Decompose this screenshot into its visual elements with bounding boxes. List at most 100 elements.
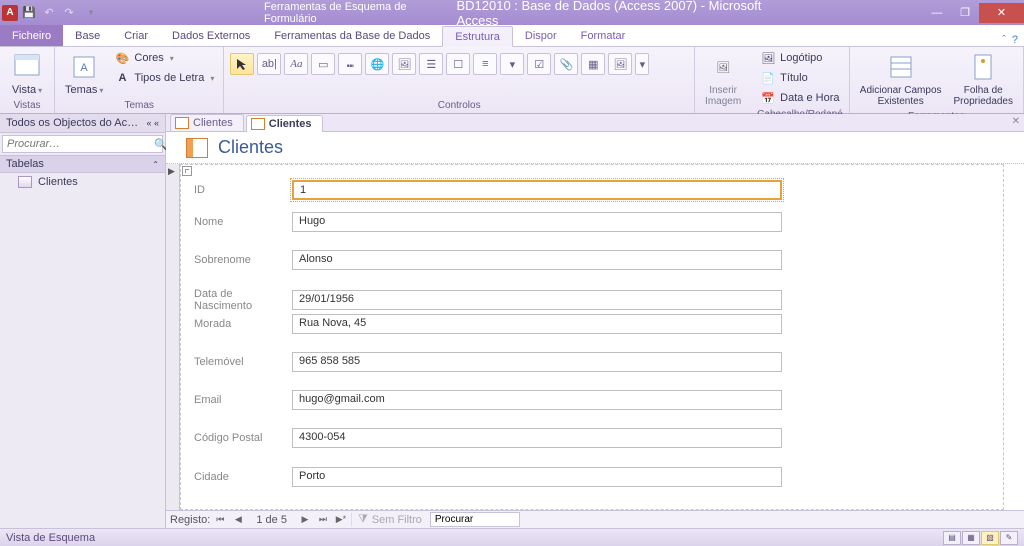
label-cidade[interactable]: Cidade	[194, 471, 292, 483]
vista-icon	[11, 51, 43, 83]
nav-new-button[interactable]: ▶*	[333, 513, 349, 527]
tab-estrutura[interactable]: Estrutura	[442, 26, 513, 47]
label-email[interactable]: Email	[194, 394, 292, 406]
label-morada[interactable]: Morada	[194, 318, 292, 330]
nav-prev-button[interactable]: ◀	[230, 513, 246, 527]
record-search-input[interactable]	[430, 512, 520, 527]
view-design-button[interactable]: ✎	[1000, 531, 1018, 545]
form-body: ID 1 Nome Hugo Sobrenome Alonso Data de …	[166, 164, 1024, 510]
tab-base[interactable]: Base	[63, 25, 112, 46]
tab-dados-externos[interactable]: Dados Externos	[160, 25, 262, 46]
nav-section-tabelas[interactable]: Tabelas ⌃	[0, 155, 165, 173]
doc-tab-form[interactable]: Clientes	[246, 115, 323, 132]
record-selector[interactable]	[166, 164, 180, 510]
control-optiongroup-icon[interactable]: ☐	[446, 53, 470, 75]
nav-item-clientes[interactable]: Clientes	[0, 173, 165, 191]
input-telemovel[interactable]: 965 858 585	[292, 352, 782, 372]
qat-redo-icon[interactable]: ↷	[60, 4, 78, 22]
nav-search-input[interactable]	[3, 136, 154, 152]
view-datasheet-button[interactable]: ▦	[962, 531, 980, 545]
vista-button[interactable]: Vista▾	[6, 49, 48, 98]
label-nome[interactable]: Nome	[194, 216, 292, 228]
statusbar: Vista de Esquema ▤ ▦ ▧ ✎	[0, 528, 1024, 546]
label-sobrenome[interactable]: Sobrenome	[194, 254, 292, 266]
ribbon-tabs: Ficheiro Base Criar Dados Externos Ferra…	[0, 25, 1024, 47]
view-layout-button[interactable]: ▧	[981, 531, 999, 545]
group-label-vistas: Vistas	[6, 98, 48, 113]
font-icon: A	[114, 70, 130, 86]
cores-icon: 🎨	[114, 50, 130, 66]
folha-propriedades-button[interactable]: Folha de Propriedades	[950, 49, 1017, 109]
nav-search: 🔍	[2, 135, 163, 153]
nav-last-button[interactable]: ⏭	[315, 513, 331, 527]
view-form-button[interactable]: ▤	[943, 531, 961, 545]
input-id[interactable]: 1	[292, 180, 782, 200]
input-morada[interactable]: Rua Nova, 45	[292, 314, 782, 334]
minimize-button[interactable]: —	[923, 3, 951, 23]
svg-text:A: A	[81, 62, 89, 74]
nav-next-button[interactable]: ▶	[297, 513, 313, 527]
control-hyperlink-icon[interactable]: 🌐	[365, 53, 389, 75]
control-webbrowser-icon[interactable]: 🖼	[392, 53, 416, 75]
tipos-letra-button[interactable]: ATipos de Letra▾	[111, 69, 217, 87]
doc-tab-label: Clientes	[269, 118, 312, 130]
close-button[interactable]: ✕	[979, 3, 1024, 23]
input-nascimento[interactable]: 29/01/1956	[292, 290, 782, 310]
input-cidade[interactable]: Porto	[292, 467, 782, 487]
input-codpostal[interactable]: 4300-054	[292, 428, 782, 448]
control-tab-icon[interactable]: ⑉	[338, 53, 362, 75]
maximize-button[interactable]: ❐	[951, 3, 979, 23]
titulo-button[interactable]: 📄Título	[757, 69, 842, 87]
control-more-icon[interactable]: ▾	[635, 53, 649, 75]
cores-button[interactable]: 🎨Cores▾	[111, 49, 217, 67]
control-textbox-icon[interactable]: ab|	[257, 53, 281, 75]
form-selector-icon[interactable]	[182, 166, 192, 176]
control-subform-icon[interactable]: ▦	[581, 53, 605, 75]
input-nome[interactable]: Hugo	[292, 212, 782, 232]
control-button-icon[interactable]: ▭	[311, 53, 335, 75]
file-tab[interactable]: Ficheiro	[0, 25, 63, 46]
input-email[interactable]: hugo@gmail.com	[292, 390, 782, 410]
form-tab-icon	[251, 118, 265, 130]
inserir-imagem-button[interactable]: 🖼 Inserir Imagem	[701, 49, 745, 109]
temas-button[interactable]: A Temas▾	[61, 49, 107, 98]
ribbon: Vista▾ Vistas A Temas▾ 🎨Cores▾ ATipos de…	[0, 47, 1024, 114]
logotipo-button[interactable]: 🖼Logótipo	[757, 49, 842, 67]
control-attachment-icon[interactable]: 📎	[554, 53, 578, 75]
qat-undo-icon[interactable]: ↶	[40, 4, 58, 22]
data-hora-button[interactable]: 📅Data e Hora	[757, 89, 842, 107]
tab-formatar[interactable]: Formatar	[569, 25, 638, 46]
ribbon-minimize-icon[interactable]: ˆ	[1002, 34, 1006, 46]
control-select-icon[interactable]	[230, 53, 254, 75]
nav-first-button[interactable]: ⏮	[212, 513, 228, 527]
input-sobrenome[interactable]: Alonso	[292, 250, 782, 270]
tab-dispor[interactable]: Dispor	[513, 25, 569, 46]
group-label-controlos: Controlos	[230, 98, 688, 113]
control-checkbox-icon[interactable]: ☑	[527, 53, 551, 75]
control-label-icon[interactable]: Aa	[284, 53, 308, 75]
label-telemovel[interactable]: Telemóvel	[194, 356, 292, 368]
label-codpostal[interactable]: Código Postal	[194, 432, 292, 444]
filter-indicator[interactable]: ⧩Sem Filtro	[351, 513, 428, 526]
control-navigation-icon[interactable]: ☰	[419, 53, 443, 75]
adicionar-campos-button[interactable]: Adicionar Campos Existentes	[856, 49, 946, 109]
control-pagebreak-icon[interactable]: ≡	[473, 53, 497, 75]
tab-criar[interactable]: Criar	[112, 25, 160, 46]
doc-tab-table[interactable]: Clientes	[170, 114, 244, 131]
nav-header[interactable]: Todos os Objectos do Ac… « «	[0, 114, 165, 133]
label-nascimento[interactable]: Data de Nascimento	[194, 288, 292, 312]
doc-tab-label: Clientes	[193, 117, 233, 129]
help-icon[interactable]: ?	[1012, 34, 1018, 46]
control-combobox-icon[interactable]: ▾	[500, 53, 524, 75]
contextual-tab-title: Ferramentas de Esquema de Formulário	[256, 0, 448, 27]
qat-customize-icon[interactable]: ▼	[82, 4, 100, 22]
qat-save-icon[interactable]: 💾	[20, 4, 38, 22]
control-image-icon[interactable]: 🖼	[608, 53, 632, 75]
chevron-left-icon[interactable]: « «	[146, 118, 159, 128]
logo-icon: 🖼	[760, 50, 776, 66]
close-tab-icon[interactable]: ✕	[1012, 116, 1020, 127]
view-switcher: ▤ ▦ ▧ ✎	[943, 531, 1018, 545]
tab-ferramentas-bd[interactable]: Ferramentas da Base de Dados	[262, 25, 442, 46]
record-navigation: Registo: ⏮ ◀ 1 de 5 ▶ ⏭ ▶* ⧩Sem Filtro	[166, 510, 1024, 528]
label-id[interactable]: ID	[194, 184, 292, 196]
